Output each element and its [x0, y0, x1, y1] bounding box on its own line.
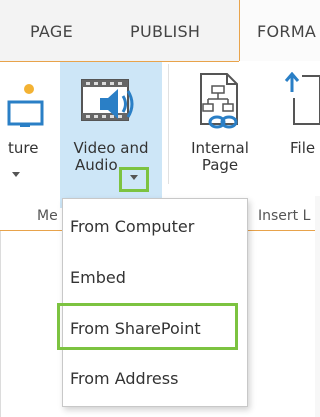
- chevron-down-icon: [12, 172, 20, 177]
- group-label-insert-link: Insert L: [258, 208, 311, 224]
- from-sharepoint-highlight: [57, 303, 238, 350]
- internal-page-button[interactable]: Internal Page: [178, 62, 262, 208]
- group-label-media: Me: [37, 208, 58, 224]
- content-border: [0, 231, 1, 417]
- right-edge-panel: [315, 196, 320, 417]
- picture-label: ture: [8, 139, 39, 157]
- ribbon-tab-strip: PAGE PUBLISH FORMA: [0, 0, 320, 61]
- video-and-audio-label-line1: Video and: [73, 139, 149, 157]
- menu-item-from-address[interactable]: From Address: [63, 357, 247, 401]
- upload-file-icon: [284, 72, 320, 125]
- picture-button[interactable]: ture: [0, 62, 52, 208]
- tab-format[interactable]: FORMA: [239, 0, 320, 61]
- video-audio-icon: [81, 79, 134, 121]
- menu-item-from-computer[interactable]: From Computer: [63, 205, 247, 249]
- tab-publish[interactable]: PUBLISH: [130, 0, 200, 61]
- picture-icon: [7, 84, 44, 127]
- file-upload-button[interactable]: File: [284, 62, 320, 208]
- group-separator: [168, 64, 169, 184]
- file-label: File: [290, 139, 316, 157]
- internal-page-label-line2: Page: [201, 156, 239, 174]
- tab-page[interactable]: PAGE: [30, 0, 73, 61]
- internal-page-link-icon: [200, 73, 238, 129]
- internal-page-label-line1: Internal: [191, 139, 249, 157]
- dropdown-arrow-highlight: [119, 167, 149, 192]
- menu-item-embed[interactable]: Embed: [63, 256, 247, 300]
